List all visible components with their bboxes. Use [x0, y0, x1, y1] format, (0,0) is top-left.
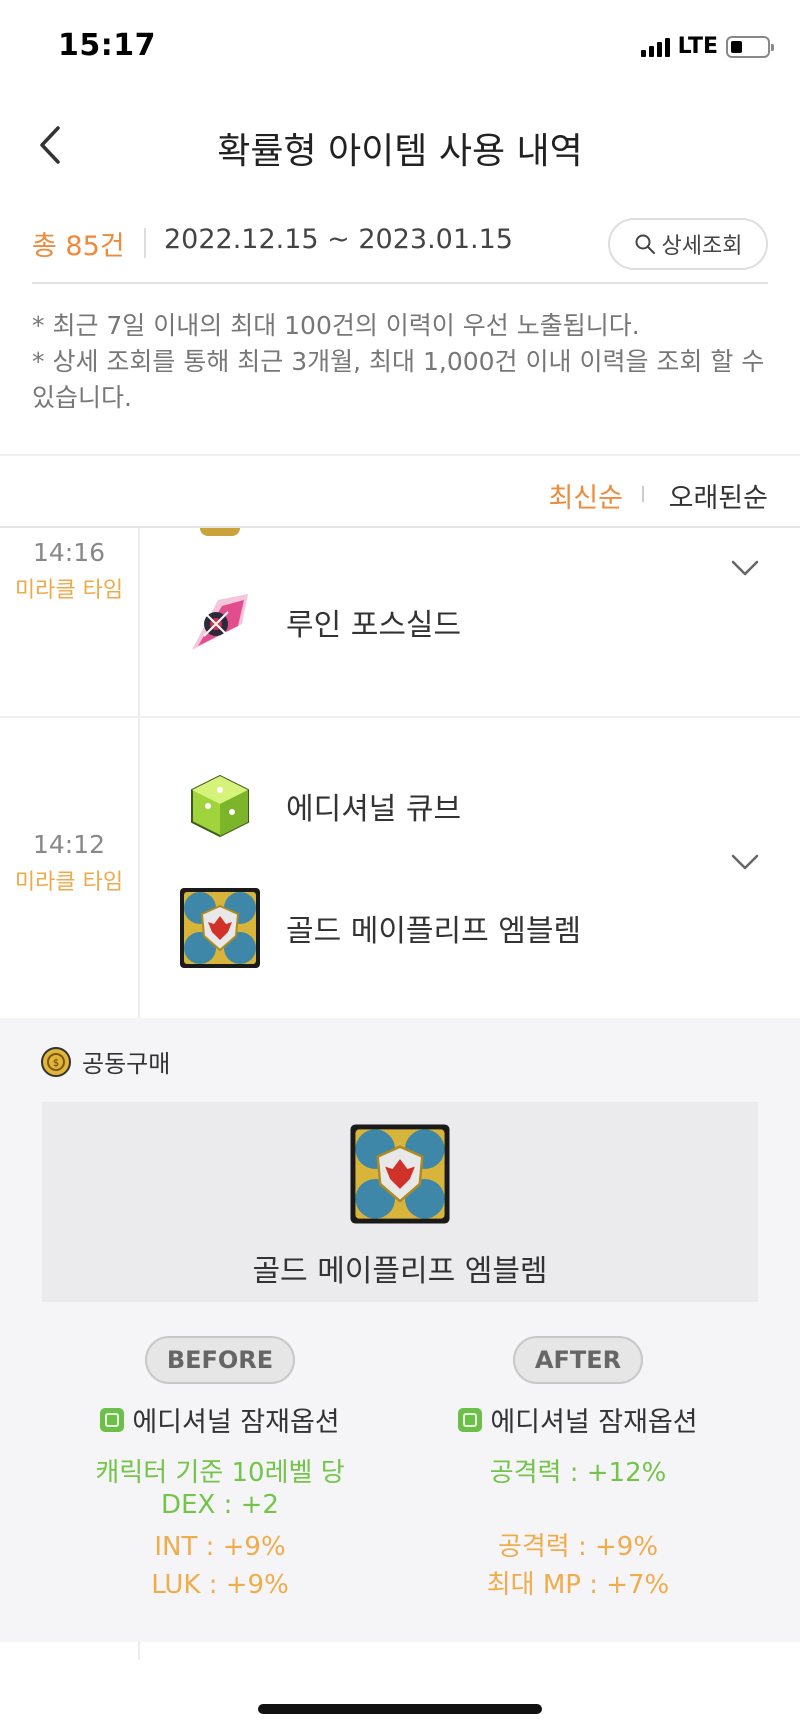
- sort-newest-button[interactable]: 최신순: [548, 476, 623, 515]
- option-line: LUK : +9%: [151, 1570, 289, 1600]
- chevron-down-icon[interactable]: [730, 558, 760, 578]
- total-count: 총 85건: [32, 231, 125, 262]
- notice-line: * 상세 조회를 통해 최근 3개월, 최대 1,000건 이내 이력을 조회 …: [32, 347, 765, 412]
- nav-bar: 확률형 아이템 사용 내역: [0, 100, 800, 190]
- option-line: 캐릭터 기준 10레벨 당: [95, 1458, 345, 1488]
- option-lines: 공격력 : +12% 공격력 : +9% 최대 MP : +7%: [398, 1457, 758, 1601]
- card-item-name: 골드 메이플리프 엠블렘: [252, 1254, 548, 1289]
- option-line: DEX : +2: [161, 1490, 279, 1520]
- sort-oldest-button[interactable]: 오래된순: [669, 476, 768, 515]
- search-icon: [635, 234, 655, 254]
- entry-time: 14:12: [32, 830, 106, 859]
- entry-label: 미라클 타임: [14, 578, 124, 603]
- history-entry[interactable]: 14:16 미라클 타임 루인 포스실드: [0, 528, 800, 718]
- after-tag: AFTER: [512, 1336, 644, 1384]
- status-time: 15:17: [58, 28, 156, 63]
- battery-icon: [726, 35, 774, 58]
- before-tag: BEFORE: [144, 1336, 296, 1384]
- after-column: AFTER 에디셔널 잠재옵션 공격력 : +12% 공격력 : +9% 최대 …: [398, 1336, 758, 1601]
- page-title: 확률형 아이템 사용 내역: [217, 131, 583, 172]
- option-lines: 캐릭터 기준 10레벨 당 DEX : +2 INT : +9% LUK : +…: [40, 1457, 400, 1601]
- option-line: 최대 MP : +7%: [486, 1570, 670, 1600]
- option-line: 공격력 : +12%: [489, 1458, 667, 1488]
- option-line: INT : +9%: [154, 1532, 286, 1562]
- detail-search-label: 상세조회: [661, 234, 743, 259]
- chevron-down-icon[interactable]: [730, 852, 760, 872]
- group-header: $ 공동구매: [40, 1044, 170, 1079]
- signal-icon: [640, 37, 670, 57]
- status-icons: LTE: [640, 34, 774, 59]
- option-title-label: 에디셔널 잠재옵션: [490, 1407, 698, 1438]
- notice-line: * 최근 7일 이내의 최대 100건의 이력이 우선 노출됩니다.: [32, 311, 640, 340]
- sort-bar: 최신순 오래된순: [0, 454, 800, 528]
- status-bar: 15:17 LTE: [0, 0, 800, 100]
- home-indicator[interactable]: [258, 1704, 542, 1714]
- ruin-force-shield-icon: [178, 580, 262, 664]
- option-title-label: 에디셔널 잠재옵션: [132, 1407, 340, 1438]
- svg-text:$: $: [53, 1058, 59, 1069]
- divider: [144, 228, 146, 258]
- item-row: 골드 메이플리프 엠블렘: [178, 886, 581, 970]
- notice-text: * 최근 7일 이내의 최대 100건의 이력이 우선 노출됩니다. * 상세 …: [32, 308, 772, 416]
- entry-time: 14:16: [32, 538, 106, 567]
- additional-cube-icon: [178, 764, 262, 848]
- item-row: 에디셔널 큐브: [178, 764, 461, 848]
- legendary-grade-icon: [458, 1407, 483, 1432]
- option-title: 에디셔널 잠재옵션: [40, 1400, 400, 1439]
- divider: [642, 486, 644, 502]
- gold-maple-emblem-icon: [178, 886, 262, 970]
- gold-maple-emblem-icon: [348, 1122, 452, 1230]
- detail-panel: $ 공동구매 골드 메이플리프 엠블렘 BEFORE 에디셔널 잠재옵션 캐릭터…: [0, 1018, 800, 1642]
- option-title: 에디셔널 잠재옵션: [398, 1400, 758, 1439]
- entry-label: 미라클 타임: [14, 870, 124, 895]
- summary-bar: 총 85건 2022.12.15 ~ 2023.01.15 상세조회: [32, 200, 768, 284]
- legendary-grade-icon: [100, 1407, 125, 1432]
- date-range: 2022.12.15 ~ 2023.01.15: [164, 224, 513, 255]
- detail-search-button[interactable]: 상세조회: [608, 218, 768, 270]
- coin-icon: $: [41, 1046, 71, 1077]
- item-name: 에디셔널 큐브: [286, 792, 462, 827]
- item-name: 루인 포스실드: [286, 608, 462, 643]
- network-label: LTE: [677, 34, 718, 59]
- option-line: 공격력 : +9%: [497, 1532, 659, 1562]
- item-card: 골드 메이플리프 엠블렘: [42, 1102, 758, 1302]
- group-label: 공동구매: [82, 1050, 171, 1078]
- history-entry[interactable]: 14:12 미라클 타임 에디셔널 큐브 골드 메이플리프 엠블렘: [0, 718, 800, 1018]
- item-row: 루인 포스실드: [178, 580, 461, 664]
- before-column: BEFORE 에디셔널 잠재옵션 캐릭터 기준 10레벨 당 DEX : +2 …: [40, 1336, 400, 1601]
- item-name: 골드 메이플리프 엠블렘: [286, 914, 582, 949]
